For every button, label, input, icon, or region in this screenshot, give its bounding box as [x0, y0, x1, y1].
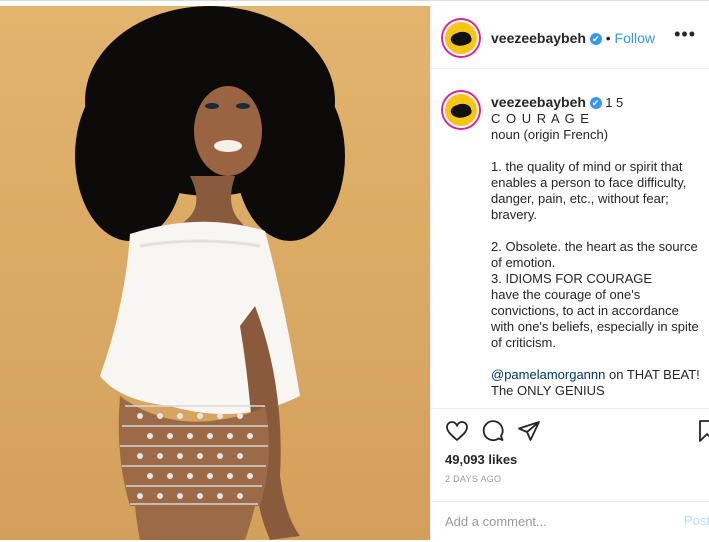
post-comment-button[interactable]: Post	[684, 513, 709, 528]
heart-icon[interactable]	[445, 419, 469, 443]
post-side-panel: veezeebaybeh ✔ • Follow ••• veezeebaybeh…	[430, 6, 709, 540]
post-photo[interactable]	[0, 6, 430, 540]
caption-line: 2. Obsolete. the heart as the source of …	[491, 239, 698, 270]
caption-line: C O U R A G E	[491, 111, 590, 126]
follow-button[interactable]: Follow	[615, 30, 655, 46]
caption-line: 3. IDIOMS FOR COURAGE	[491, 271, 653, 286]
username-link[interactable]: veezeebaybeh	[491, 30, 586, 46]
bookmark-icon[interactable]	[695, 419, 709, 443]
mention-link[interactable]: @pamelamorgannn	[491, 367, 605, 382]
verified-icon: ✔	[589, 33, 602, 45]
avatar[interactable]	[443, 20, 479, 56]
post-container: veezeebaybeh ✔ • Follow ••• veezeebaybeh…	[0, 0, 709, 540]
post-date[interactable]: 2 DAYS AGO	[445, 474, 501, 484]
caption-line: 1. the quality of mind or spirit that en…	[491, 159, 687, 222]
share-icon[interactable]	[517, 419, 541, 443]
actions-section: 49,093 likes 2 DAYS AGO Post	[431, 408, 709, 541]
caption-body: veezeebaybeh ✔ 1 5 C O U R A G E noun (o…	[491, 94, 705, 399]
separator-dot: •	[605, 30, 615, 46]
caption-username[interactable]: veezeebaybeh	[491, 94, 586, 110]
comment-row: Post	[431, 501, 709, 542]
caption-line: noun (origin French)	[491, 127, 609, 142]
caption-line: have the courage of one's convictions, t…	[491, 287, 699, 350]
comment-icon[interactable]	[481, 419, 505, 443]
post-header: veezeebaybeh ✔ • Follow •••	[431, 6, 709, 69]
header-name-row: veezeebaybeh ✔ • Follow	[491, 30, 655, 46]
caption-avatar[interactable]	[443, 92, 479, 128]
likes-count[interactable]: 49,093 likes	[445, 452, 517, 467]
more-options-icon[interactable]: •••	[674, 24, 696, 45]
caption-meta: 1 5	[605, 95, 624, 110]
caption-verified-icon: ✔	[589, 97, 602, 109]
caption-line: The ONLY GENIUS	[491, 383, 605, 398]
mention-suffix: on THAT BEAT!	[605, 367, 700, 382]
photo-illustration	[75, 6, 345, 540]
comment-input[interactable]	[445, 514, 665, 529]
caption-section: veezeebaybeh ✔ 1 5 C O U R A G E noun (o…	[431, 78, 709, 407]
